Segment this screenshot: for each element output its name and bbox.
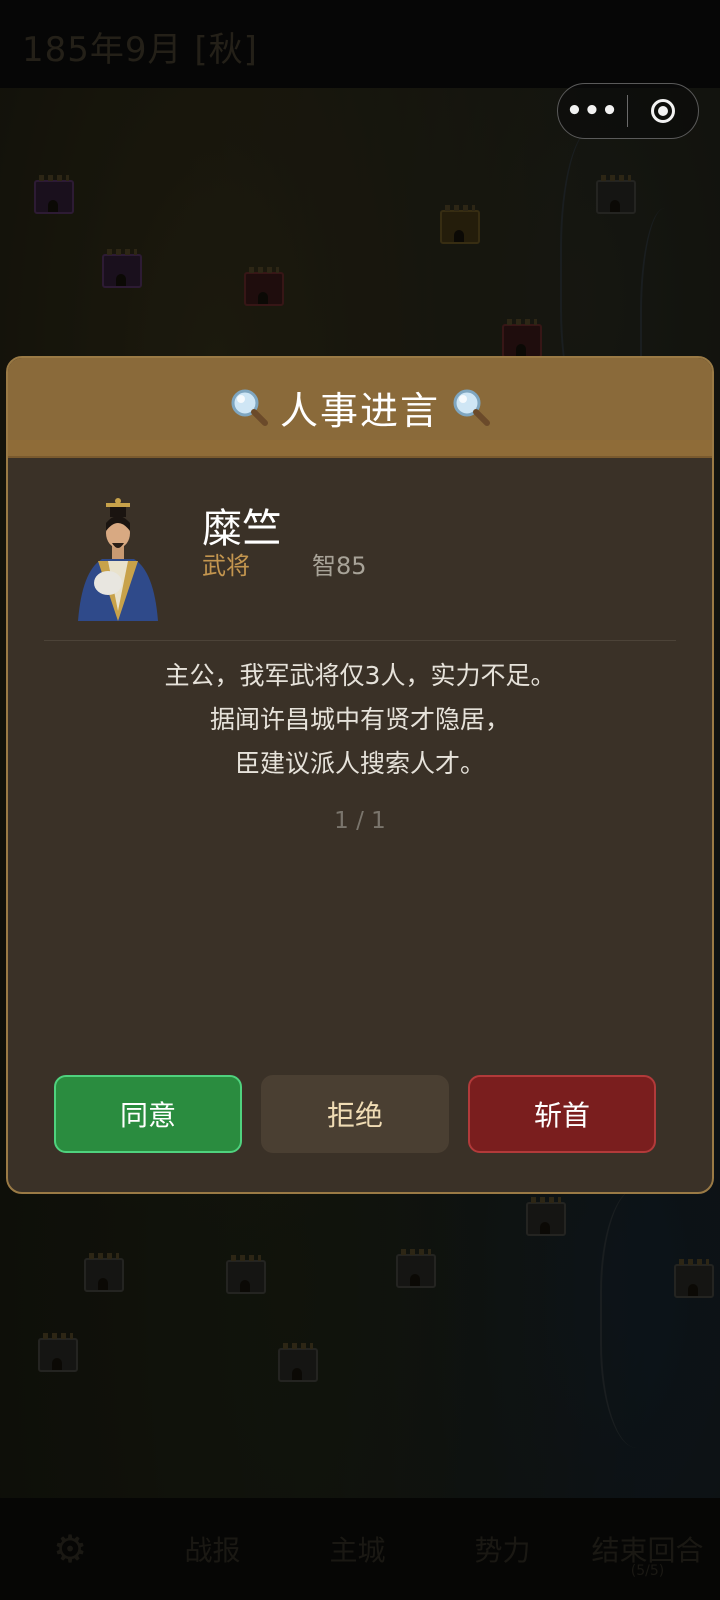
magnifier-icon — [453, 389, 490, 426]
reject-button[interactable]: 拒绝 — [261, 1075, 449, 1153]
behead-button[interactable]: 斩首 — [468, 1075, 656, 1153]
advice-message: 主公，我军武将仅3人，实力不足。 据闻许昌城中有贤才隐居， 臣建议派人搜索人才。 — [8, 654, 712, 786]
advisor-intelligence: 智85 — [312, 552, 367, 580]
agree-button[interactable]: 同意 — [54, 1075, 242, 1153]
dialog-header: 人事进言 — [8, 358, 712, 458]
target-circle-icon[interactable] — [628, 99, 697, 123]
advisor-portrait — [68, 491, 168, 621]
magnifier-icon — [231, 389, 268, 426]
divider — [44, 640, 676, 641]
advisor-role: 武将 — [202, 552, 250, 580]
more-dots-icon[interactable]: ••• — [558, 84, 627, 138]
message-line: 据闻许昌城中有贤才隐居， — [209, 705, 510, 734]
miniprogram-capsule: ••• — [557, 83, 699, 139]
dialog-title: 人事进言 — [279, 388, 440, 433]
advice-dialog: 人事进言 糜竺 武将 智85 主公，我军武将仅3人，实力不足。 据闻许昌城中有贤… — [6, 356, 714, 1194]
message-line: 臣建议派人搜索人才。 — [234, 749, 485, 778]
message-line: 主公，我军武将仅3人，实力不足。 — [164, 661, 556, 690]
page-indicator: 1 / 1 — [334, 808, 386, 834]
